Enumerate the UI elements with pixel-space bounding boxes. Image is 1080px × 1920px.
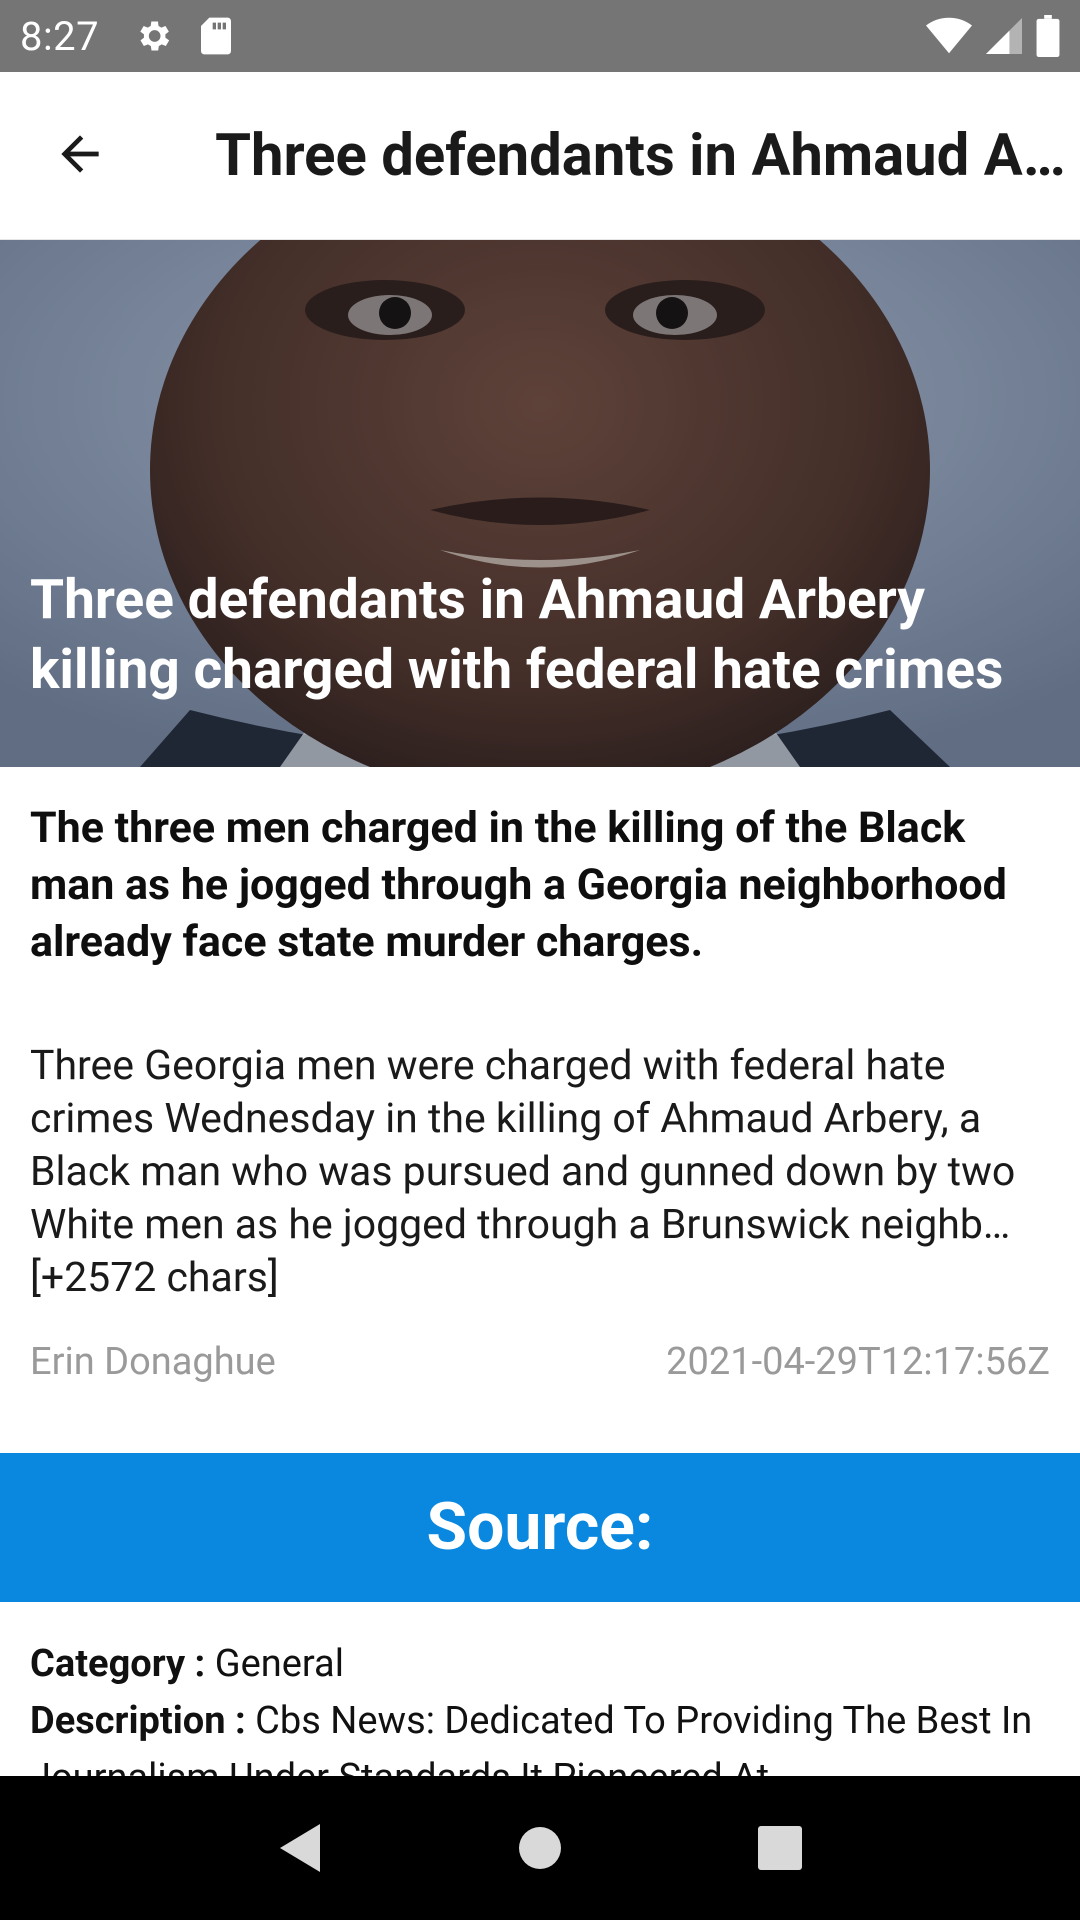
status-bar: 8:27 xyxy=(0,0,1080,72)
published-date: 2021-04-29T12:17:56Z xyxy=(666,1340,1050,1384)
gear-icon xyxy=(133,16,173,56)
article-summary: The three men charged in the killing of … xyxy=(30,803,1007,967)
description-row: Description : Cbs News: Dedicated To Pro… xyxy=(30,1693,1050,1776)
arrow-back-icon xyxy=(52,126,108,186)
nav-back-button[interactable] xyxy=(255,1803,345,1893)
wifi-icon xyxy=(926,16,972,56)
status-time: 8:27 xyxy=(20,12,100,60)
nav-home-button[interactable] xyxy=(495,1803,585,1893)
nav-recents-button[interactable] xyxy=(735,1803,825,1893)
article-hero-image: Three defendants in Ahmaud Arbery killin… xyxy=(0,240,1080,767)
article-meta: Erin Donaghue 2021-04-29T12:17:56Z xyxy=(30,1340,1050,1384)
description-label: Description : xyxy=(30,1699,256,1743)
hero-title: Three defendants in Ahmaud Arbery killin… xyxy=(30,568,1004,702)
status-icons-left xyxy=(133,16,233,56)
source-button[interactable]: Source: xyxy=(0,1453,1080,1602)
category-label: Category : xyxy=(30,1642,215,1686)
back-button[interactable] xyxy=(0,72,159,240)
battery-icon xyxy=(1036,15,1060,57)
source-details: Category : General Description : Cbs New… xyxy=(30,1636,1050,1776)
category-value: General xyxy=(214,1642,344,1686)
category-row: Category : General xyxy=(30,1636,1050,1693)
source-button-label: Source: xyxy=(426,1489,654,1566)
back-triangle-icon xyxy=(280,1824,320,1872)
sd-card-icon xyxy=(199,16,233,56)
article-content: Three Georgia men were charged with fede… xyxy=(30,1042,1016,1302)
app-bar: Three defendants in Ahmaud Arbery killin… xyxy=(0,72,1080,240)
signal-icon xyxy=(986,17,1022,55)
system-nav-bar xyxy=(0,1776,1080,1920)
recents-square-icon xyxy=(758,1826,802,1870)
status-icons-right xyxy=(926,15,1060,57)
author-name: Erin Donaghue xyxy=(30,1340,276,1384)
home-circle-icon xyxy=(519,1827,561,1869)
page-title: Three defendants in Ahmaud Arbery killin… xyxy=(215,121,1080,190)
